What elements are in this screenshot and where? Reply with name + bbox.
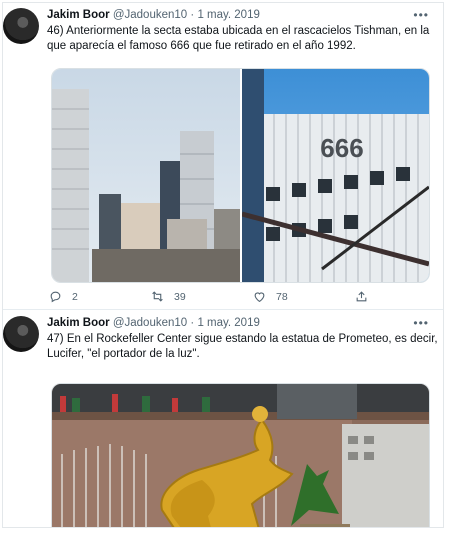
sign-666: 666 (320, 133, 363, 163)
tweet-content: Jakim Boor @Jadouken10 · 1 may. 2019 •••… (47, 315, 439, 527)
tweet-media[interactable]: 666 (51, 68, 430, 283)
like-button[interactable]: 78 (253, 290, 288, 303)
tishman-building-photos: 666 (52, 69, 429, 282)
author-handle[interactable]: @Jadouken10 (113, 9, 187, 21)
author-handle[interactable]: @Jadouken10 (113, 317, 187, 329)
reply-icon (50, 291, 61, 303)
tweet-header: Jakim Boor @Jadouken10 · 1 may. 2019 ••• (47, 7, 439, 23)
more-icon[interactable]: ••• (413, 7, 429, 23)
tweet-header: Jakim Boor @Jadouken10 · 1 may. 2019 ••• (47, 315, 439, 331)
tweet-date[interactable]: 1 may. 2019 (197, 317, 259, 329)
timeline: Jakim Boor @Jadouken10 · 1 may. 2019 •••… (2, 2, 444, 528)
author-name[interactable]: Jakim Boor (47, 9, 110, 21)
like-icon (254, 292, 265, 303)
avatar[interactable] (3, 316, 39, 352)
tweet-media[interactable] (51, 383, 430, 527)
share-icon (356, 291, 367, 302)
tweet-actions: 2 39 78 (47, 290, 439, 306)
share-button[interactable] (355, 290, 368, 303)
like-count: 78 (276, 290, 288, 303)
retweet-icon (152, 291, 163, 302)
reply-button[interactable]: 2 (49, 290, 78, 303)
tweet-content: Jakim Boor @Jadouken10 · 1 may. 2019 •••… (47, 7, 439, 303)
tweet[interactable]: Jakim Boor @Jadouken10 · 1 may. 2019 •••… (3, 3, 443, 309)
separator: · (190, 9, 195, 21)
tweet-date[interactable]: 1 may. 2019 (197, 9, 259, 21)
tweet-divider (3, 309, 443, 310)
avatar[interactable] (3, 8, 39, 44)
separator: · (190, 317, 195, 329)
tweet-text: 46) Anteriormente la secta estaba ubicad… (47, 25, 430, 52)
retweet-button[interactable]: 39 (151, 290, 186, 303)
author-name[interactable]: Jakim Boor (47, 317, 110, 329)
more-icon[interactable]: ••• (413, 315, 429, 331)
tweet-text: 47) En el Rockefeller Center sigue estan… (47, 333, 438, 360)
retweet-count: 39 (174, 290, 186, 303)
tweet[interactable]: Jakim Boor @Jadouken10 · 1 may. 2019 •••… (3, 311, 443, 527)
reply-count: 2 (72, 290, 78, 303)
prometheus-statue-photo (52, 384, 429, 527)
